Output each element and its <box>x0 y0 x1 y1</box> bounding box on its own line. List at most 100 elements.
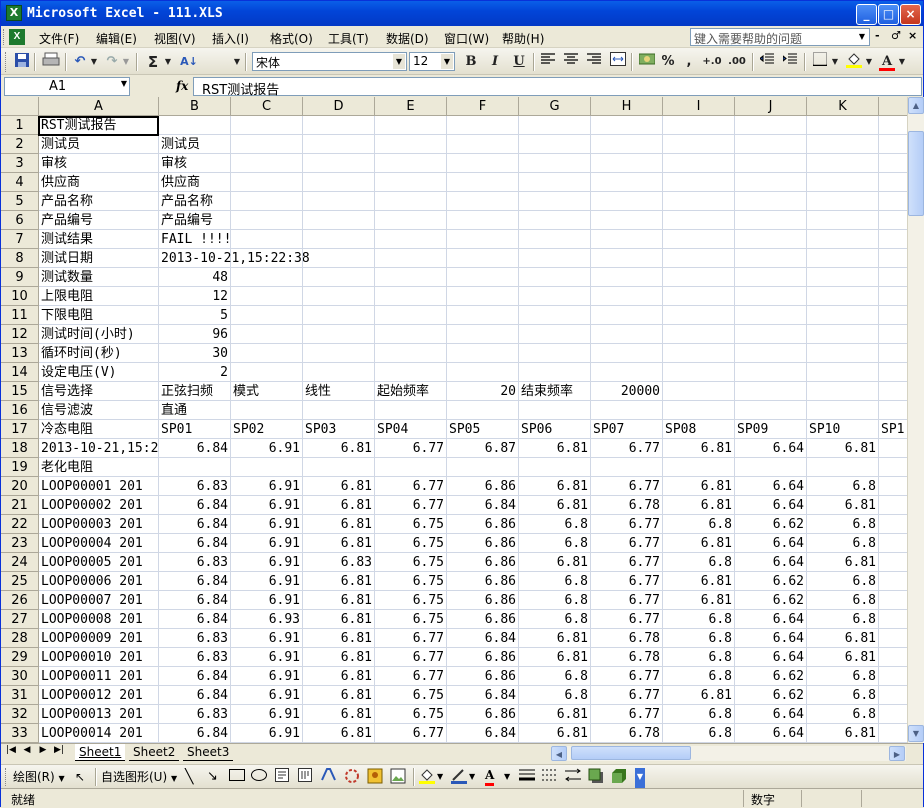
cell[interactable]: 6.75 <box>375 591 447 610</box>
cell[interactable]: 6.75 <box>375 610 447 629</box>
cell[interactable] <box>519 116 591 135</box>
cell[interactable]: 6.81 <box>303 667 375 686</box>
autosum-dropdown-icon[interactable]: ▼ <box>163 52 173 72</box>
cell[interactable] <box>735 116 807 135</box>
cell[interactable]: 6.83 <box>159 629 231 648</box>
name-box[interactable]: A1 ▼ <box>4 77 130 96</box>
cell[interactable]: SP01 <box>159 420 231 439</box>
cell[interactable]: 6.86 <box>447 477 519 496</box>
cell[interactable]: 正弦扫频 <box>159 382 231 401</box>
arrow-style-icon[interactable] <box>565 768 581 786</box>
cell[interactable] <box>447 401 519 420</box>
cell[interactable]: 6.77 <box>375 629 447 648</box>
cell[interactable]: SP06 <box>519 420 591 439</box>
row-header[interactable]: 16 <box>1 401 39 420</box>
cell[interactable] <box>879 306 907 325</box>
cell[interactable]: 6.8 <box>519 534 591 553</box>
sheet-tab-sheet3[interactable]: Sheet3 <box>183 744 234 761</box>
cell[interactable] <box>375 230 447 249</box>
cell[interactable]: 6.77 <box>591 610 663 629</box>
cell[interactable] <box>231 401 303 420</box>
cell[interactable]: 6.91 <box>231 705 303 724</box>
cell[interactable]: 6.77 <box>591 686 663 705</box>
sort-ascending-icon[interactable]: A↓ <box>178 52 200 72</box>
cell[interactable]: 6.8 <box>663 648 735 667</box>
cell[interactable]: SP1 <box>879 420 907 439</box>
select-all-corner[interactable] <box>1 97 39 116</box>
cell[interactable] <box>735 344 807 363</box>
row-header[interactable]: 18 <box>1 439 39 458</box>
cell[interactable] <box>303 287 375 306</box>
3d-style-icon[interactable] <box>611 768 627 786</box>
cell[interactable] <box>231 192 303 211</box>
cell[interactable] <box>303 230 375 249</box>
cell[interactable]: SP10 <box>807 420 879 439</box>
cell[interactable] <box>447 154 519 173</box>
cell[interactable] <box>663 116 735 135</box>
cell[interactable]: 6.81 <box>303 477 375 496</box>
cell[interactable]: 2013-10-21,15:22:38 <box>159 249 310 268</box>
cell[interactable] <box>879 363 907 382</box>
cell[interactable] <box>447 192 519 211</box>
cell[interactable]: 6.8 <box>519 686 591 705</box>
cell[interactable]: 6.77 <box>591 705 663 724</box>
column-header[interactable]: H <box>591 97 663 116</box>
cell[interactable] <box>519 287 591 306</box>
cell[interactable]: 6.81 <box>663 591 735 610</box>
cell[interactable] <box>735 325 807 344</box>
row-header[interactable]: 24 <box>1 553 39 572</box>
line-color-icon[interactable] <box>451 768 467 786</box>
redo-icon[interactable]: ↷ <box>103 52 121 72</box>
menu-data[interactable]: 数据(D) <box>386 30 429 47</box>
cell[interactable] <box>519 306 591 325</box>
cell[interactable]: 30 <box>159 344 231 363</box>
cell[interactable]: 6.77 <box>591 534 663 553</box>
cell[interactable]: 6.84 <box>159 591 231 610</box>
cell[interactable]: 6.77 <box>591 477 663 496</box>
align-right-icon[interactable] <box>585 52 603 72</box>
doc-restore-button[interactable]: ♂ <box>891 29 901 42</box>
cell[interactable] <box>591 230 663 249</box>
cell[interactable] <box>879 686 907 705</box>
cell[interactable]: 6.78 <box>591 724 663 743</box>
cell[interactable]: 6.81 <box>519 705 591 724</box>
column-header[interactable]: D <box>303 97 375 116</box>
cell[interactable] <box>591 192 663 211</box>
cell[interactable]: 6.81 <box>519 553 591 572</box>
cell[interactable] <box>447 211 519 230</box>
cell[interactable]: 6.77 <box>375 496 447 515</box>
menu-file[interactable]: 文件(F) <box>39 30 79 47</box>
cell[interactable]: SP05 <box>447 420 519 439</box>
cell[interactable]: 6.8 <box>519 591 591 610</box>
cell[interactable] <box>303 116 375 135</box>
cell[interactable]: 6.86 <box>447 648 519 667</box>
cell[interactable] <box>663 230 735 249</box>
cell[interactable]: 6.8 <box>663 553 735 572</box>
cell[interactable] <box>663 192 735 211</box>
cell[interactable]: 老化电阻 <box>39 458 159 477</box>
arrow-tool-icon[interactable]: ↘ <box>207 768 218 786</box>
horizontal-scrollbar[interactable]: ◀ ▶ <box>551 746 906 761</box>
cell[interactable]: 48 <box>159 268 231 287</box>
percent-style-button[interactable]: % <box>659 52 677 72</box>
cell[interactable]: 供应商 <box>159 173 231 192</box>
undo-icon[interactable]: ↶ <box>71 52 89 72</box>
cell[interactable]: 6.64 <box>735 724 807 743</box>
cell[interactable] <box>879 629 907 648</box>
cell[interactable]: 循环时间(秒) <box>39 344 159 363</box>
cell[interactable] <box>231 268 303 287</box>
cell[interactable] <box>591 287 663 306</box>
cell[interactable]: 6.77 <box>591 591 663 610</box>
row-header[interactable]: 2 <box>1 135 39 154</box>
cell[interactable] <box>735 249 807 268</box>
cell[interactable] <box>375 154 447 173</box>
cell[interactable] <box>519 458 591 477</box>
cell[interactable] <box>375 211 447 230</box>
fill-color-draw-icon[interactable] <box>419 768 435 786</box>
cell[interactable]: 6.81 <box>663 534 735 553</box>
row-header[interactable]: 22 <box>1 515 39 534</box>
cell[interactable]: 起始频率 <box>375 382 447 401</box>
cell[interactable]: 6.81 <box>303 572 375 591</box>
cell[interactable]: 6.8 <box>663 667 735 686</box>
cell[interactable]: 6.64 <box>735 629 807 648</box>
